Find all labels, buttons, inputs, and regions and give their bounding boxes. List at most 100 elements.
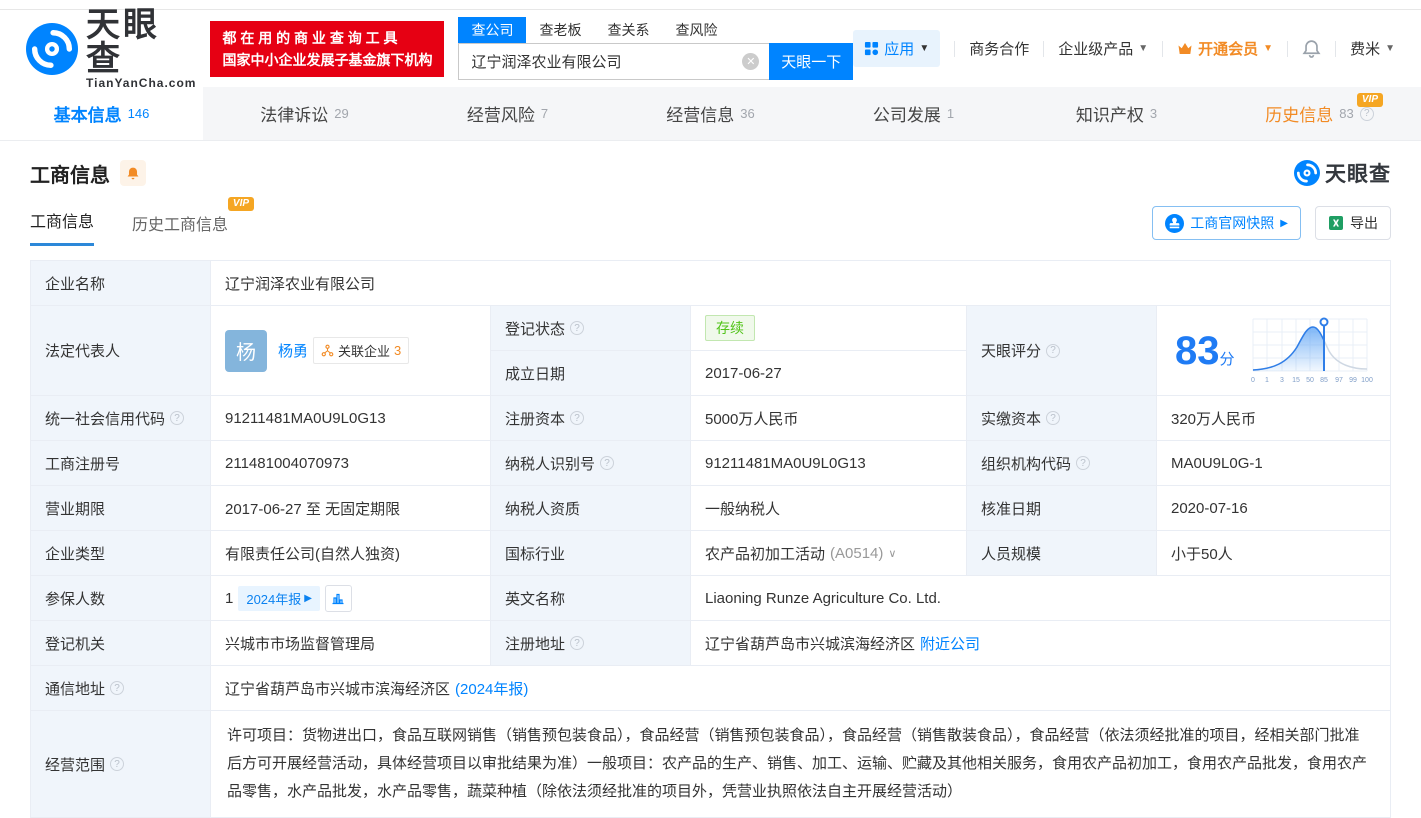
- score-cell: 83分 0 1 3 15 50 85 97 99 100: [1157, 306, 1390, 395]
- credit-code-label: 统一社会信用代码?: [31, 396, 211, 440]
- table-row: 企业类型 有限责任公司(自然人独资) 国标行业 农产品初加工活动 (A0514)…: [31, 530, 1390, 575]
- svg-text:0: 0: [1251, 377, 1255, 384]
- nav-user-menu[interactable]: 费米 ▼: [1350, 38, 1395, 59]
- search-input[interactable]: [458, 43, 770, 80]
- search-tab-risk[interactable]: 查风险: [662, 17, 730, 43]
- score-distribution-chart: 0 1 3 15 50 85 97 99 100: [1249, 315, 1373, 387]
- nav-divider: [1162, 40, 1164, 57]
- taxpayer-quality-label: 纳税人资质: [491, 486, 691, 530]
- tab-intellectual-property[interactable]: 知识产权 3: [1015, 87, 1218, 140]
- help-icon[interactable]: ?: [110, 681, 125, 695]
- watermark-logo-icon: [1294, 160, 1320, 186]
- stamp-icon: [1165, 213, 1185, 233]
- taxpayer-id-value: 91211481MA0U9L0G13: [691, 441, 967, 485]
- company-tabbar: 基本信息 146 法律诉讼 29 经营风险 7 经营信息 36 公司发展 1 知识产权 3 …: [0, 87, 1421, 141]
- export-button[interactable]: 导出: [1315, 206, 1391, 240]
- annual-report-link[interactable]: (2024年报): [455, 678, 528, 699]
- notification-bell-icon[interactable]: [1302, 39, 1321, 58]
- logo-title: 天眼查: [86, 5, 160, 78]
- tab-operation-risk[interactable]: 经营风险 7: [406, 87, 609, 140]
- svg-text:15: 15: [1292, 377, 1300, 384]
- help-icon[interactable]: ?: [600, 456, 615, 470]
- help-icon[interactable]: ?: [1046, 411, 1061, 425]
- svg-text:85: 85: [1320, 377, 1328, 384]
- help-icon[interactable]: ?: [570, 411, 585, 425]
- nav-enterprise[interactable]: 企业级产品 ▼: [1058, 38, 1148, 59]
- subtab-business-info[interactable]: 工商信息: [30, 208, 95, 246]
- reg-status-label: 登记状态?: [491, 306, 691, 350]
- score-label: 天眼评分?: [967, 306, 1157, 395]
- tab-history-info[interactable]: VIP 历史信息 83 ?: [1218, 87, 1421, 140]
- company-name-value: 辽宁润泽农业有限公司: [225, 275, 376, 293]
- nearby-companies-link[interactable]: 附近公司: [920, 633, 980, 654]
- official-snapshot-button[interactable]: 工商官网快照 ▶: [1152, 206, 1301, 240]
- help-icon[interactable]: ?: [570, 636, 585, 650]
- paid-capital-value: 320万人民币: [1171, 410, 1257, 428]
- help-icon[interactable]: ?: [1046, 343, 1061, 358]
- company-type-value: 有限责任公司(自然人独资): [211, 531, 491, 575]
- insured-value: 1 2024年报 ▶: [211, 576, 491, 620]
- company-name-label: 企业名称: [31, 261, 211, 305]
- annual-report-badge[interactable]: 2024年报 ▶: [238, 585, 320, 611]
- org-code-label: 组织机构代码?: [967, 441, 1157, 485]
- table-row: 营业期限 2017-06-27 至 无固定期限 纳税人资质 一般纳税人 核准日期…: [31, 485, 1390, 530]
- page-top-divider: [0, 0, 1421, 10]
- search-tab-boss[interactable]: 查老板: [526, 17, 594, 43]
- nav-open-vip[interactable]: 开通会员 ▼: [1177, 38, 1273, 59]
- company-type-label: 企业类型: [31, 531, 211, 575]
- table-row: 经营范围? 许可项目：货物进出口，食品互联网销售（销售预包装食品），食品经营（销…: [31, 710, 1390, 817]
- nav-divider: [1335, 40, 1337, 57]
- tab-basic-info[interactable]: 基本信息 146: [0, 87, 203, 140]
- nav-apps[interactable]: 应用 ▼: [853, 30, 941, 67]
- tab-legal-litigation[interactable]: 法律诉讼 29: [203, 87, 406, 140]
- tab-operation-info[interactable]: 经营信息 36: [609, 87, 812, 140]
- chevron-right-icon: ▶: [304, 592, 312, 604]
- table-row: 工商注册号 211481004070973 纳税人识别号? 91211481MA…: [31, 440, 1390, 485]
- legal-rep-link[interactable]: 杨勇: [278, 340, 308, 361]
- paid-capital-label: 实缴资本?: [967, 396, 1157, 440]
- help-icon[interactable]: ?: [570, 321, 585, 335]
- reg-number-value: 211481004070973: [211, 441, 491, 485]
- svg-text:1: 1: [1265, 377, 1269, 384]
- legal-rep-cell: 杨 杨勇 关联企业 3: [211, 306, 491, 395]
- chevron-down-icon[interactable]: ∨: [888, 547, 896, 560]
- help-icon[interactable]: ?: [110, 757, 125, 771]
- staff-size-value: 小于50人: [1171, 545, 1233, 563]
- table-row: 法定代表人 杨 杨勇 关联企业 3 登记状态? 存续 成立日期 2017-06-…: [31, 305, 1390, 395]
- staff-size-label: 人员规模: [967, 531, 1157, 575]
- search-button[interactable]: 天眼一下: [769, 43, 854, 80]
- svg-text:97: 97: [1335, 377, 1343, 384]
- reg-capital-label: 注册资本?: [491, 396, 691, 440]
- svg-text:99: 99: [1349, 377, 1357, 384]
- section-header: 工商信息 天眼查: [0, 141, 1421, 188]
- chevron-down-icon: ▼: [1385, 43, 1395, 54]
- vip-badge: VIP: [227, 197, 255, 211]
- help-icon[interactable]: ?: [1076, 456, 1091, 470]
- search-tab-relation[interactable]: 查关系: [594, 17, 662, 43]
- monitor-bell-icon[interactable]: [120, 160, 146, 186]
- business-scope-label: 经营范围?: [31, 711, 211, 817]
- legal-rep-label: 法定代表人: [31, 306, 211, 395]
- tab-company-development[interactable]: 公司发展 1: [812, 87, 1015, 140]
- tianyancha-logo[interactable]: 天眼查 TianYanCha.com: [26, 8, 196, 90]
- excel-icon: [1328, 215, 1344, 231]
- legal-rep-avatar[interactable]: 杨: [225, 329, 267, 372]
- help-icon[interactable]: ?: [170, 411, 185, 425]
- vip-badge: VIP: [1356, 93, 1383, 107]
- svg-text:100: 100: [1361, 377, 1373, 384]
- industry-value: 农产品初加工活动 (A0514) ∨: [691, 531, 967, 575]
- subtab-history-business-info[interactable]: VIP 历史工商信息: [132, 197, 255, 246]
- network-icon: [321, 344, 334, 357]
- reg-address-label: 注册地址?: [491, 621, 691, 665]
- subtab-row: 工商信息 VIP 历史工商信息 工商官网快照 ▶ 导出: [0, 188, 1421, 246]
- taxpayer-quality-value: 一般纳税人: [691, 486, 967, 530]
- establish-date-value: 2017-06-27: [691, 351, 967, 395]
- reg-number-label: 工商注册号: [31, 441, 211, 485]
- related-companies-badge[interactable]: 关联企业 3: [313, 337, 410, 364]
- credit-code-value: 91211481MA0U9L0G13: [211, 396, 491, 440]
- site-header: 天眼查 TianYanCha.com 都 在 用 的 商 业 查 询 工 具 国…: [0, 8, 1421, 90]
- insured-trend-chart-button[interactable]: [324, 584, 352, 612]
- search-tab-company[interactable]: 查公司: [458, 17, 527, 43]
- nav-cooperation[interactable]: 商务合作: [969, 38, 1029, 59]
- table-row: 参保人数 1 2024年报 ▶ 英文名称 Liaoning Runze Agric…: [31, 575, 1390, 620]
